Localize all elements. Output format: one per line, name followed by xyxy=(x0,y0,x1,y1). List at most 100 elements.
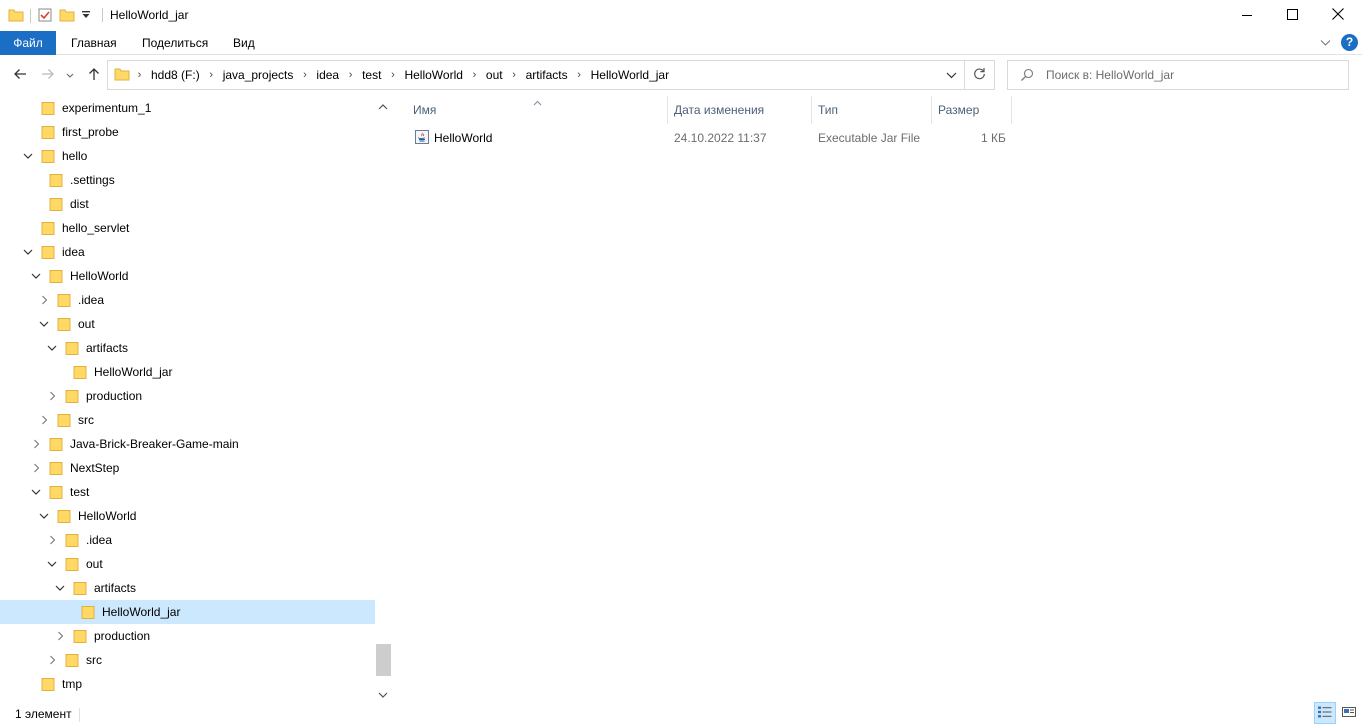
search-input[interactable] xyxy=(1046,66,1336,84)
folder-icon xyxy=(64,388,80,407)
large-icons-view-icon xyxy=(1341,705,1357,722)
breadcrumb-chevron-icon[interactable]: › xyxy=(204,69,219,81)
tree-item[interactable]: out xyxy=(0,312,375,336)
column-header-size[interactable]: Размер xyxy=(932,96,1011,124)
help-icon[interactable]: ? xyxy=(1341,34,1358,51)
breadcrumb-chevron-icon[interactable]: › xyxy=(467,69,482,81)
chevron-right-icon[interactable] xyxy=(30,438,42,450)
tree-item[interactable]: HelloWorld_jar xyxy=(0,360,375,384)
forward-button[interactable] xyxy=(37,64,59,86)
details-view-button[interactable] xyxy=(1314,702,1336,724)
tree-item[interactable]: NextStep xyxy=(0,456,375,480)
tree-item[interactable]: dist xyxy=(0,192,375,216)
column-header-name[interactable]: Имя xyxy=(403,96,667,124)
chevron-right-icon[interactable] xyxy=(38,414,50,426)
folder-icon xyxy=(56,412,72,431)
breadcrumb-chevron-icon[interactable]: › xyxy=(343,69,358,81)
expand-ribbon-icon[interactable] xyxy=(1320,36,1331,50)
column-date-label: Дата изменения xyxy=(674,103,765,117)
title-bar: HelloWorld_jar xyxy=(0,0,1362,31)
chevron-down-icon[interactable] xyxy=(46,342,58,354)
tree-item[interactable]: first_probe xyxy=(0,120,375,144)
column-size-label: Размер xyxy=(938,103,980,117)
tree-item[interactable]: production xyxy=(0,384,375,408)
tree-item[interactable]: tmp xyxy=(0,672,375,696)
tree-item[interactable]: HelloWorld xyxy=(0,504,375,528)
scroll-down-icon[interactable] xyxy=(378,688,388,702)
qat-separator xyxy=(30,9,31,23)
tree-item[interactable]: idea xyxy=(0,240,375,264)
chevron-down-icon[interactable] xyxy=(54,582,66,594)
chevron-down-icon[interactable] xyxy=(30,270,42,282)
breadcrumb-chevron-icon[interactable]: › xyxy=(297,69,312,81)
search-box[interactable] xyxy=(1007,60,1349,90)
maximize-button[interactable] xyxy=(1269,0,1315,31)
column-header-date[interactable]: Дата изменения xyxy=(668,96,811,124)
minimize-button[interactable] xyxy=(1224,0,1270,31)
crumb-artifacts[interactable]: artifacts xyxy=(522,68,572,82)
crumb-out[interactable]: out xyxy=(482,68,507,82)
tab-home[interactable]: Главная xyxy=(71,31,117,55)
recent-locations-button[interactable] xyxy=(62,64,78,86)
tree-item[interactable]: artifacts xyxy=(0,576,375,600)
column-divider[interactable] xyxy=(1011,96,1012,124)
breadcrumb-chevron-icon[interactable]: › xyxy=(507,69,522,81)
close-button[interactable] xyxy=(1315,0,1361,31)
title-separator xyxy=(102,8,103,22)
tree-item[interactable]: Java-Brick-Breaker-Game-main xyxy=(0,432,375,456)
tree-item[interactable]: .idea xyxy=(0,528,375,552)
tree-item[interactable]: src xyxy=(0,408,375,432)
new-folder-icon[interactable] xyxy=(59,7,75,26)
tree-item[interactable]: HelloWorld xyxy=(0,264,375,288)
tree-item[interactable]: src xyxy=(0,648,375,672)
tree-item[interactable]: .idea xyxy=(0,288,375,312)
crumb-idea[interactable]: idea xyxy=(312,68,343,82)
crumb-java-projects[interactable]: java_projects xyxy=(219,68,298,82)
chevron-down-icon[interactable] xyxy=(38,510,50,522)
crumb-helloworld-jar[interactable]: HelloWorld_jar xyxy=(587,68,673,82)
chevron-right-icon[interactable] xyxy=(46,534,58,546)
tree-item[interactable]: test xyxy=(0,480,375,504)
refresh-button[interactable] xyxy=(964,61,994,89)
chevron-right-icon[interactable] xyxy=(46,654,58,666)
properties-icon[interactable] xyxy=(37,7,53,26)
scrollbar-thumb[interactable] xyxy=(376,644,391,676)
tree-item[interactable]: hello xyxy=(0,144,375,168)
tree-item[interactable]: .settings xyxy=(0,168,375,192)
tree-item[interactable]: HelloWorld_jar xyxy=(0,600,375,624)
tree-item-label: out xyxy=(78,317,95,331)
chevron-down-icon[interactable] xyxy=(30,486,42,498)
crumb-test[interactable]: test xyxy=(358,68,385,82)
tree-item[interactable]: out xyxy=(0,552,375,576)
tab-file[interactable]: Файл xyxy=(0,31,56,55)
tree-scrollbar[interactable] xyxy=(375,96,392,704)
chevron-down-icon[interactable] xyxy=(38,318,50,330)
chevron-down-icon[interactable] xyxy=(22,246,34,258)
up-button[interactable] xyxy=(83,64,105,86)
tree-item[interactable]: hello_servlet xyxy=(0,216,375,240)
chevron-down-icon[interactable] xyxy=(22,150,34,162)
chevron-right-icon[interactable] xyxy=(54,630,66,642)
back-button[interactable] xyxy=(9,64,31,86)
chevron-down-icon[interactable] xyxy=(46,558,58,570)
breadcrumb-chevron-icon[interactable]: › xyxy=(572,69,587,81)
breadcrumb-chevron-icon[interactable]: › xyxy=(132,69,147,81)
scroll-up-icon[interactable] xyxy=(378,100,388,114)
chevron-right-icon[interactable] xyxy=(30,462,42,474)
tree-item[interactable]: experimentum_1 xyxy=(0,96,375,120)
tab-view[interactable]: Вид xyxy=(233,31,255,55)
file-row[interactable]: HelloWorld 24.10.2022 11:37 Executable J… xyxy=(411,126,1011,148)
tree-item[interactable]: production xyxy=(0,624,375,648)
breadcrumb-chevron-icon[interactable]: › xyxy=(385,69,400,81)
chevron-right-icon[interactable] xyxy=(46,390,58,402)
column-header-type[interactable]: Тип xyxy=(812,96,931,124)
crumb-drive[interactable]: hdd8 (F:) xyxy=(147,68,204,82)
customize-qat-icon[interactable] xyxy=(81,9,91,23)
large-icons-view-button[interactable] xyxy=(1338,702,1360,724)
tree-item[interactable]: artifacts xyxy=(0,336,375,360)
tab-share[interactable]: Поделиться xyxy=(142,31,208,55)
address-bar[interactable]: › hdd8 (F:) › java_projects › idea › tes… xyxy=(107,60,995,90)
address-history-button[interactable] xyxy=(938,61,964,89)
crumb-helloworld[interactable]: HelloWorld xyxy=(400,68,466,82)
chevron-right-icon[interactable] xyxy=(38,294,50,306)
